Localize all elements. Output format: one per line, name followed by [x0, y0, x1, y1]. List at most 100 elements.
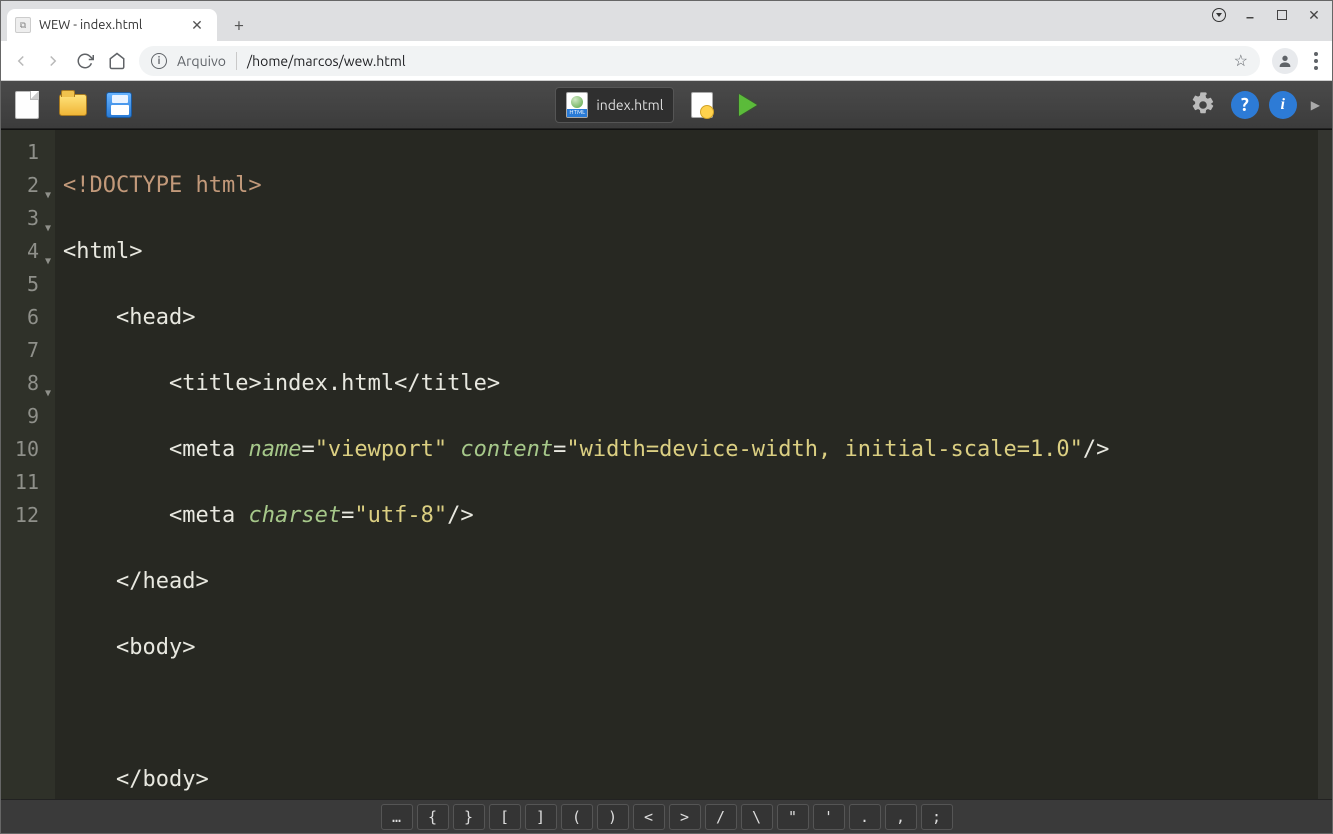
code-token: "utf-8" [354, 503, 447, 528]
symbol-button[interactable]: , [885, 804, 917, 830]
line-number: 4▼ [1, 235, 51, 268]
symbol-button[interactable]: " [777, 804, 809, 830]
code-token: </title> [394, 371, 500, 396]
line-number: 5 [1, 268, 51, 301]
symbol-button[interactable]: ) [597, 804, 629, 830]
code-token: </body> [116, 767, 209, 792]
home-icon[interactable] [107, 51, 127, 71]
code-token: "viewport" [315, 437, 447, 462]
code-token: <body> [116, 635, 195, 660]
symbol-button[interactable]: [ [489, 804, 521, 830]
browser-menu-icon[interactable] [1310, 48, 1322, 74]
save-file-button[interactable] [101, 87, 137, 123]
line-number: 12 [1, 499, 51, 532]
tab-title: WEW - index.html [39, 18, 142, 32]
preview-button[interactable] [684, 87, 720, 123]
file-tab[interactable]: index.html [555, 87, 674, 123]
code-token: = [553, 437, 566, 462]
code-token: = [301, 437, 314, 462]
line-number: 11 [1, 466, 51, 499]
symbol-button[interactable]: ( [561, 804, 593, 830]
symbol-button[interactable]: ] [525, 804, 557, 830]
run-button[interactable] [730, 87, 766, 123]
symbol-button[interactable]: } [453, 804, 485, 830]
line-number: 6 [1, 301, 51, 334]
symbol-button[interactable]: \ [741, 804, 773, 830]
line-number: 2▼ [1, 169, 51, 202]
window-controls: _ ✕ [1212, 7, 1322, 23]
line-number: 8▼ [1, 367, 51, 400]
html-file-icon [566, 92, 588, 118]
address-field[interactable]: i Arquivo /home/marcos/wew.html ☆ [139, 46, 1260, 76]
chrome-account-indicator-icon[interactable] [1212, 8, 1226, 22]
profile-avatar-icon[interactable] [1272, 48, 1298, 74]
code-token: name [248, 437, 301, 462]
open-folder-icon [59, 94, 87, 116]
code-editor[interactable]: 12▼3▼4▼5678▼9101112 <!DOCTYPE html> <htm… [1, 129, 1332, 799]
toolbar-overflow-icon[interactable]: ▶ [1307, 98, 1324, 112]
symbol-bar: …{}[]()<>/\"'.,; [1, 799, 1332, 833]
bookmark-star-icon[interactable]: ☆ [1234, 51, 1248, 70]
new-file-icon [15, 91, 39, 119]
back-icon[interactable] [11, 51, 31, 71]
open-file-button[interactable] [55, 87, 91, 123]
close-tab-icon[interactable]: ✕ [189, 17, 205, 33]
file-tab-label: index.html [596, 97, 663, 113]
code-token: charset [248, 503, 341, 528]
browser-tabbar: ⧉ WEW - index.html ✕ + _ ✕ [1, 1, 1332, 41]
site-info-icon[interactable]: i [151, 53, 167, 69]
line-gutter: 12▼3▼4▼5678▼9101112 [1, 130, 55, 799]
symbol-button[interactable]: < [633, 804, 665, 830]
code-token: <title> [169, 371, 262, 396]
help-icon: ? [1241, 95, 1249, 115]
favicon-icon: ⧉ [15, 17, 31, 33]
forward-icon[interactable] [43, 51, 63, 71]
maximize-window-icon[interactable] [1274, 7, 1290, 23]
symbol-button[interactable]: { [417, 804, 449, 830]
gear-icon [1190, 92, 1216, 118]
browser-tab[interactable]: ⧉ WEW - index.html ✕ [7, 9, 217, 41]
settings-button[interactable] [1185, 87, 1221, 123]
separator [236, 52, 237, 70]
symbol-button[interactable]: ; [921, 804, 953, 830]
code-token: /> [1083, 437, 1110, 462]
url-path: /home/marcos/wew.html [247, 53, 1224, 69]
editor-app: index.html ? i ▶ 12▼3▼4▼5678▼9101112 <!D… [1, 81, 1332, 833]
code-token: content [460, 437, 553, 462]
symbol-button[interactable]: > [669, 804, 701, 830]
code-token: <meta [169, 437, 235, 462]
line-number: 3▼ [1, 202, 51, 235]
editor-toolbar: index.html ? i ▶ [1, 81, 1332, 129]
code-area[interactable]: <!DOCTYPE html> <html> <head> <title>ind… [55, 130, 1318, 799]
close-window-icon[interactable]: ✕ [1306, 7, 1322, 23]
code-token: /> [447, 503, 474, 528]
code-token: <html> [63, 239, 142, 264]
code-token: <!DOCTYPE html> [63, 173, 262, 198]
about-button[interactable]: i [1269, 91, 1297, 119]
save-floppy-icon [106, 92, 132, 118]
reload-icon[interactable] [75, 51, 95, 71]
symbol-button[interactable]: / [705, 804, 737, 830]
info-icon: i [1281, 96, 1285, 114]
line-number: 1 [1, 136, 51, 169]
new-file-button[interactable] [9, 87, 45, 123]
new-tab-button[interactable]: + [225, 11, 253, 39]
url-scheme-label: Arquivo [177, 53, 226, 69]
line-number: 10 [1, 433, 51, 466]
code-token: index.html [262, 371, 394, 396]
help-button[interactable]: ? [1231, 91, 1259, 119]
minimize-window-icon[interactable]: _ [1242, 3, 1258, 19]
symbol-button[interactable]: ' [813, 804, 845, 830]
symbol-button[interactable]: … [381, 804, 413, 830]
vertical-scrollbar[interactable] [1318, 130, 1332, 799]
run-play-icon [739, 94, 757, 116]
code-token: </head> [116, 569, 209, 594]
browser-addressbar: i Arquivo /home/marcos/wew.html ☆ [1, 41, 1332, 81]
line-number: 7 [1, 334, 51, 367]
code-token: <meta [169, 503, 235, 528]
browser-window: ⧉ WEW - index.html ✕ + _ ✕ i Arquivo [0, 0, 1333, 834]
code-token: = [341, 503, 354, 528]
code-token: <head> [116, 305, 195, 330]
code-token: "width=device-width, initial-scale=1.0" [566, 437, 1083, 462]
symbol-button[interactable]: . [849, 804, 881, 830]
